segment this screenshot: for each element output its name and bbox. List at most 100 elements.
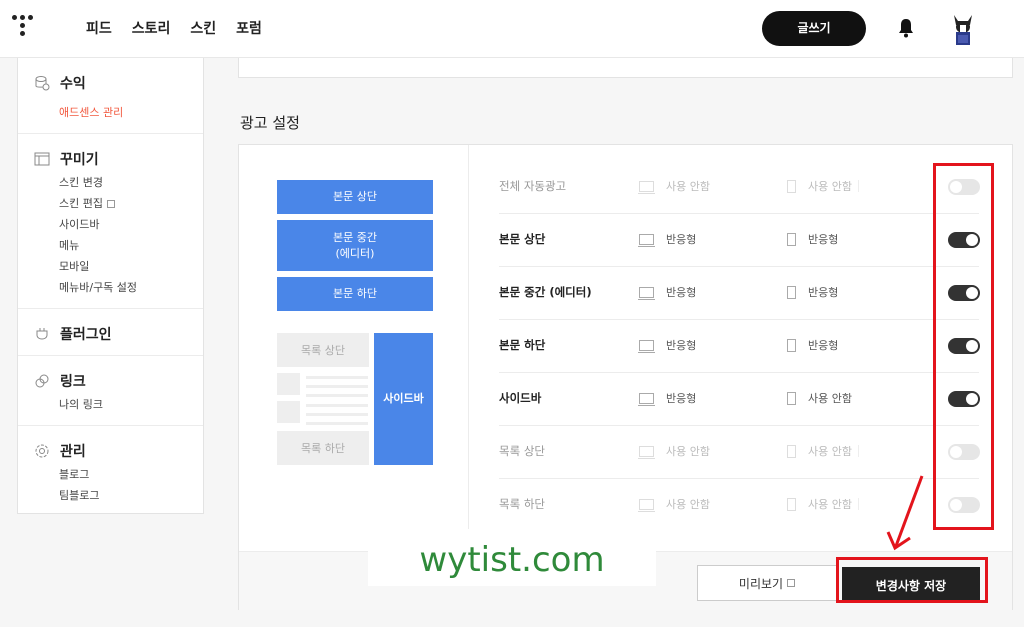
sidebar-item-skin-change[interactable]: 스킨 변경 — [18, 172, 203, 193]
sidebar-group-link: 링크 나의 링크 — [18, 356, 203, 426]
pc-option[interactable]: 반응형 — [638, 337, 696, 353]
separator — [858, 180, 859, 192]
desktop-icon — [638, 286, 655, 300]
mobile-option[interactable]: 사용 안함 — [787, 178, 852, 194]
desktop-icon — [638, 498, 655, 512]
row-label: 본문 하단 — [499, 338, 546, 352]
row-label: 목록 하단 — [499, 497, 545, 511]
sidebar-head-revenue[interactable]: 수익 — [18, 72, 203, 94]
pc-option[interactable]: 반응형 — [638, 284, 696, 300]
preview-button[interactable]: 미리보기 — [697, 565, 837, 601]
nav-forum[interactable]: 포럼 — [236, 18, 262, 38]
diagram-list-line — [306, 394, 368, 397]
sidebar-item-menu[interactable]: 메뉴 — [18, 235, 203, 256]
nav-feed[interactable]: 피드 — [86, 18, 112, 38]
sidebar-item-adsense[interactable]: 애드센스 관리 — [18, 102, 203, 123]
pc-option[interactable]: 반응형 — [638, 231, 696, 247]
watermark: wytist.com — [368, 534, 656, 586]
sidebar-head-manage[interactable]: 관리 — [18, 440, 203, 462]
mobile-option[interactable]: 반응형 — [787, 337, 838, 353]
diagram-list-line — [306, 413, 368, 416]
separator — [858, 445, 859, 457]
pc-option[interactable]: 사용 안함 — [638, 178, 710, 194]
desktop-icon — [638, 445, 655, 459]
top-navigation: 피드 스토리 스킨 포럼 글쓰기 — [0, 0, 1024, 58]
arrow-annotation-icon — [886, 475, 924, 551]
separator — [858, 498, 859, 510]
sidebar-group-customize: 꾸미기 스킨 변경 스킨 편집 사이드바 메뉴 모바일 메뉴바/구독 설정 — [18, 134, 203, 309]
diagram-body-middle: 본문 중간 (에디터) — [277, 220, 433, 271]
external-link-icon — [106, 200, 115, 208]
section-title: 광고 설정 — [240, 114, 300, 132]
plug-icon — [36, 328, 48, 340]
mobile-option[interactable]: 반응형 — [787, 231, 838, 247]
desktop-icon — [638, 233, 655, 247]
ad-row-body-top: 본문 상단 반응형 반응형 — [499, 214, 980, 267]
row-label: 본문 상단 — [499, 232, 546, 246]
sidebar-item-mobile[interactable]: 모바일 — [18, 256, 203, 277]
diagram-body-bottom: 본문 하단 — [277, 277, 433, 311]
row-label: 목록 상단 — [499, 444, 545, 458]
mobile-option[interactable]: 반응형 — [787, 284, 838, 300]
sidebar-group-plugin: 플러그인 — [18, 309, 203, 356]
diagram-body-top: 본문 상단 — [277, 180, 433, 214]
highlight-toggles-box — [933, 163, 994, 530]
previous-section-card — [238, 58, 1013, 78]
gear-icon — [35, 444, 49, 458]
sidebar-head-link[interactable]: 링크 — [18, 370, 203, 392]
mobile-option[interactable]: 사용 안함 — [787, 390, 852, 406]
pc-option[interactable]: 반응형 — [638, 390, 696, 406]
avatar[interactable] — [948, 11, 978, 47]
ad-row-body-bottom: 본문 하단 반응형 반응형 — [499, 320, 980, 373]
sidebar: 수익 애드센스 관리 꾸미기 스킨 변경 스킨 편집 사이드바 메뉴 모바일 메… — [17, 58, 204, 514]
pc-option[interactable]: 사용 안함 — [638, 496, 710, 512]
sidebar-item-menubar[interactable]: 메뉴바/구독 설정 — [18, 277, 203, 298]
highlight-save-box — [836, 557, 988, 603]
sidebar-item-sidebar[interactable]: 사이드바 — [18, 214, 203, 235]
diagram-list-line — [306, 404, 368, 407]
sidebar-head-plugin[interactable]: 플러그인 — [18, 323, 203, 345]
pc-option[interactable]: 사용 안함 — [638, 443, 710, 459]
desktop-icon — [638, 392, 655, 406]
bell-icon[interactable] — [897, 18, 915, 38]
ad-row-list-top: 목록 상단 사용 안함 사용 안함 — [499, 426, 980, 479]
sidebar-item-blog[interactable]: 블로그 — [18, 464, 203, 485]
ad-row-body-middle: 본문 중간 (에디터) 반응형 반응형 — [499, 267, 980, 320]
sidebar-item-team-blog[interactable]: 팀블로그 — [18, 485, 203, 506]
diagram-list-top: 목록 상단 — [277, 333, 369, 367]
sidebar-group-manage: 관리 블로그 팀블로그 — [18, 426, 203, 516]
sidebar-item-skin-edit[interactable]: 스킨 편집 — [18, 193, 203, 214]
diagram-list-line — [306, 422, 368, 425]
mobile-option[interactable]: 사용 안함 — [787, 443, 852, 459]
ad-row-auto: 전체 자동광고 사용 안함 사용 안함 — [499, 161, 980, 214]
nav-skin[interactable]: 스킨 — [190, 18, 216, 38]
sidebar-group-revenue: 수익 애드센스 관리 — [18, 58, 203, 134]
mobile-icon — [787, 338, 796, 352]
ad-row-sidebar: 사이드바 반응형 사용 안함 — [499, 373, 980, 426]
link-icon — [35, 374, 49, 388]
row-label: 전체 자동광고 — [499, 179, 567, 193]
nav-story[interactable]: 스토리 — [132, 18, 171, 38]
diagram-list-thumb — [277, 401, 300, 423]
diagram-list-thumb — [277, 373, 300, 395]
mobile-icon — [787, 285, 796, 299]
write-button[interactable]: 글쓰기 — [762, 11, 866, 46]
layout-icon — [34, 152, 50, 166]
mobile-icon — [787, 179, 796, 193]
panel-divider — [468, 145, 469, 529]
diagram-sidebar: 사이드바 — [374, 333, 433, 465]
desktop-icon — [638, 339, 655, 353]
mobile-icon — [787, 444, 796, 458]
main-nav: 피드 스토리 스킨 포럼 — [86, 18, 262, 38]
coins-icon — [35, 76, 50, 91]
sidebar-item-my-link[interactable]: 나의 링크 — [18, 394, 203, 415]
row-label: 사이드바 — [499, 391, 542, 405]
mobile-icon — [787, 232, 796, 246]
row-label: 본문 중간 (에디터) — [499, 285, 592, 299]
diagram-list-bottom: 목록 하단 — [277, 431, 369, 465]
mobile-option[interactable]: 사용 안함 — [787, 496, 852, 512]
sidebar-head-customize[interactable]: 꾸미기 — [18, 148, 203, 170]
tistory-logo-icon[interactable] — [12, 15, 36, 39]
diagram-list-line — [306, 376, 368, 379]
mobile-icon — [787, 497, 796, 511]
